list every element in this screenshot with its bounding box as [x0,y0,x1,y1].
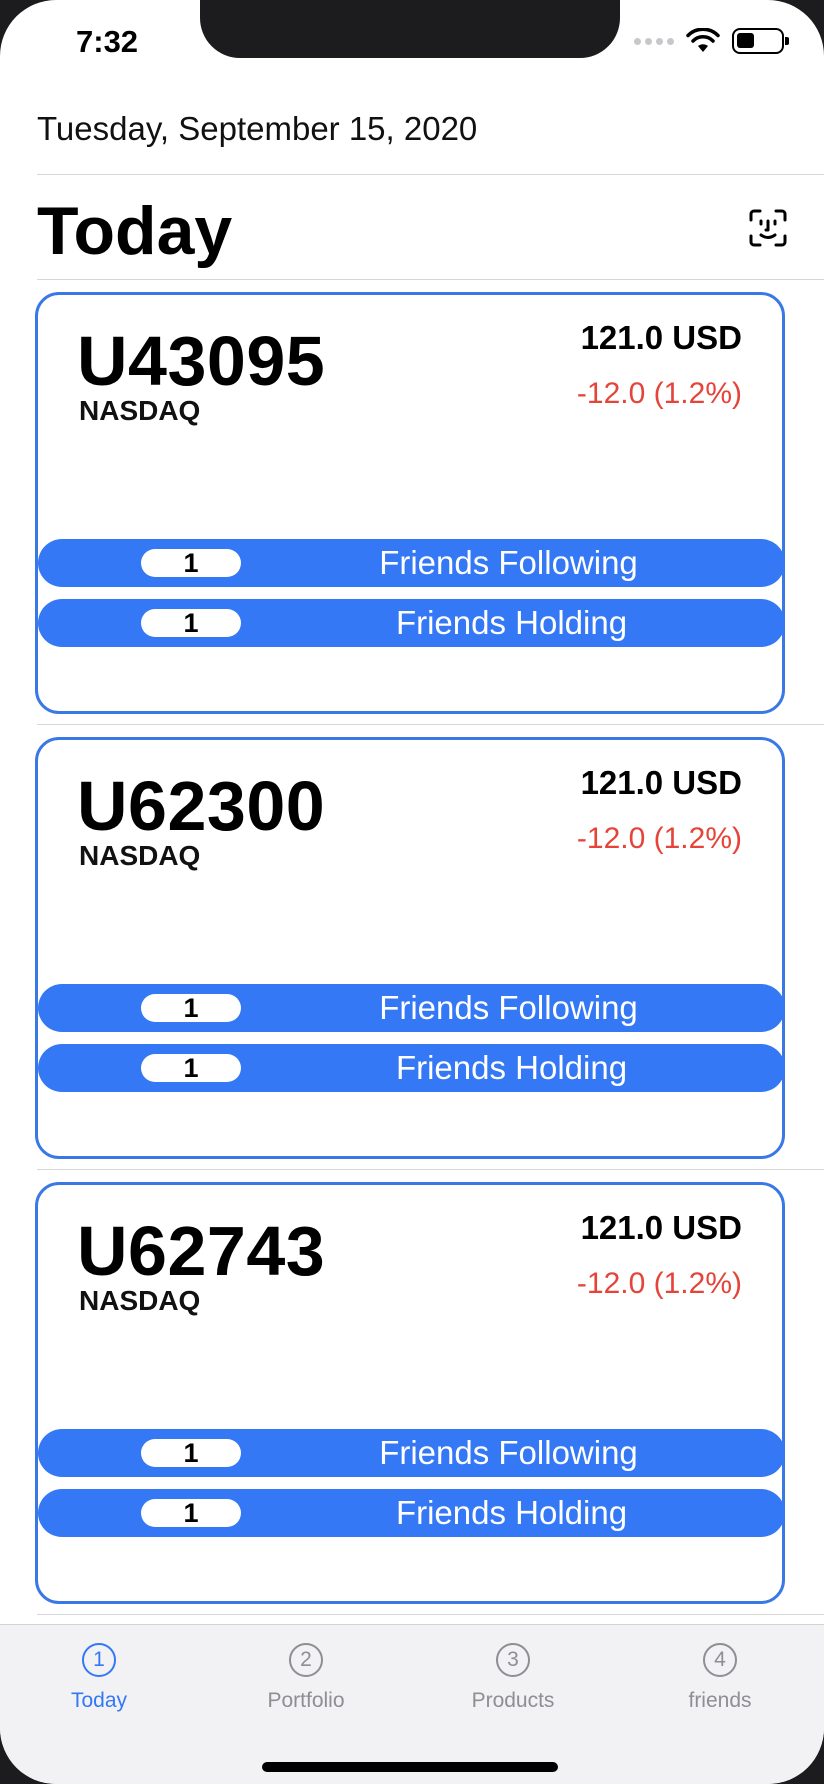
face-scan-icon[interactable] [748,208,788,248]
tab-today[interactable]: 1 Today [29,1643,169,1713]
stock-symbol: U62743 [77,1212,326,1290]
friends-following-count: 1 [141,549,241,577]
friends-following-button[interactable]: 1 Friends Following [38,1429,785,1477]
battery-icon [732,28,789,54]
friends-following-label: Friends Following [379,1434,638,1471]
header-divider [37,174,824,175]
cellular-signal-icon [634,37,674,45]
friends-following-count: 1 [141,994,241,1022]
stock-change: -12.0 (1.2%) [576,377,742,410]
friends-following-button[interactable]: 1 Friends Following [38,539,785,587]
tab-number-icon: 3 [496,1643,530,1677]
stock-exchange: NASDAQ [79,1285,201,1316]
stock-change: -12.0 (1.2%) [576,1267,742,1300]
friends-following-button[interactable]: 1 Friends Following [38,984,785,1032]
stock-card[interactable]: U62300 NASDAQ 121.0 USD -12.0 (1.2%) 1 F… [35,737,785,1159]
wifi-icon [686,28,720,52]
tab-portfolio[interactable]: 2 Portfolio [236,1643,376,1713]
tab-number-icon: 1 [82,1643,116,1677]
device-notch [200,0,620,58]
status-time: 7:32 [76,24,139,59]
status-icons [634,28,789,54]
friends-following-label: Friends Following [379,544,638,581]
home-indicator[interactable] [262,1762,558,1772]
friends-holding-button[interactable]: 1 Friends Holding [38,1044,785,1092]
friends-holding-button[interactable]: 1 Friends Holding [38,1489,785,1537]
title-divider [37,279,824,280]
friends-holding-label: Friends Holding [395,1049,628,1086]
stock-card[interactable]: U62743 NASDAQ 121.0 USD -12.0 (1.2%) 1 F… [35,1182,785,1604]
row-divider [37,1614,824,1615]
row-divider [37,724,824,725]
row-divider [37,1169,824,1170]
tab-label: Today [70,1689,128,1712]
tab-products[interactable]: 3 Products [443,1643,583,1713]
stock-price: 121.0 USD [580,1209,742,1246]
friends-holding-label: Friends Holding [395,604,628,641]
stock-change: -12.0 (1.2%) [576,822,742,855]
phone-screen: 7:32 Tuesday, September 15, 2020 Today U… [0,0,824,1784]
stock-price: 121.0 USD [580,319,742,356]
friends-holding-count: 1 [141,1499,241,1527]
friends-holding-label: Friends Holding [395,1494,628,1531]
friends-holding-count: 1 [141,1054,241,1082]
tab-label: Portfolio [267,1689,345,1712]
stock-symbol: U62300 [77,767,326,845]
stock-price: 121.0 USD [580,764,742,801]
tab-number-icon: 4 [703,1643,737,1677]
page-title: Today [37,193,233,269]
stock-card[interactable]: U43095 NASDAQ 121.0 USD -12.0 (1.2%) 1 F… [35,292,785,714]
friends-holding-button[interactable]: 1 Friends Holding [38,599,785,647]
stock-exchange: NASDAQ [79,840,201,871]
tab-label: friends [688,1689,752,1712]
tab-label: Products [471,1689,555,1712]
tab-number-icon: 2 [289,1643,323,1677]
header-date: Tuesday, September 15, 2020 [37,110,478,147]
stock-symbol: U43095 [77,322,326,400]
friends-following-label: Friends Following [379,989,638,1026]
tab-bar: 1 Today 2 Portfolio 3 Products 4 friends [0,1624,824,1784]
stock-exchange: NASDAQ [79,395,201,426]
tab-friends[interactable]: 4 friends [650,1643,790,1713]
friends-following-count: 1 [141,1439,241,1467]
friends-holding-count: 1 [141,609,241,637]
